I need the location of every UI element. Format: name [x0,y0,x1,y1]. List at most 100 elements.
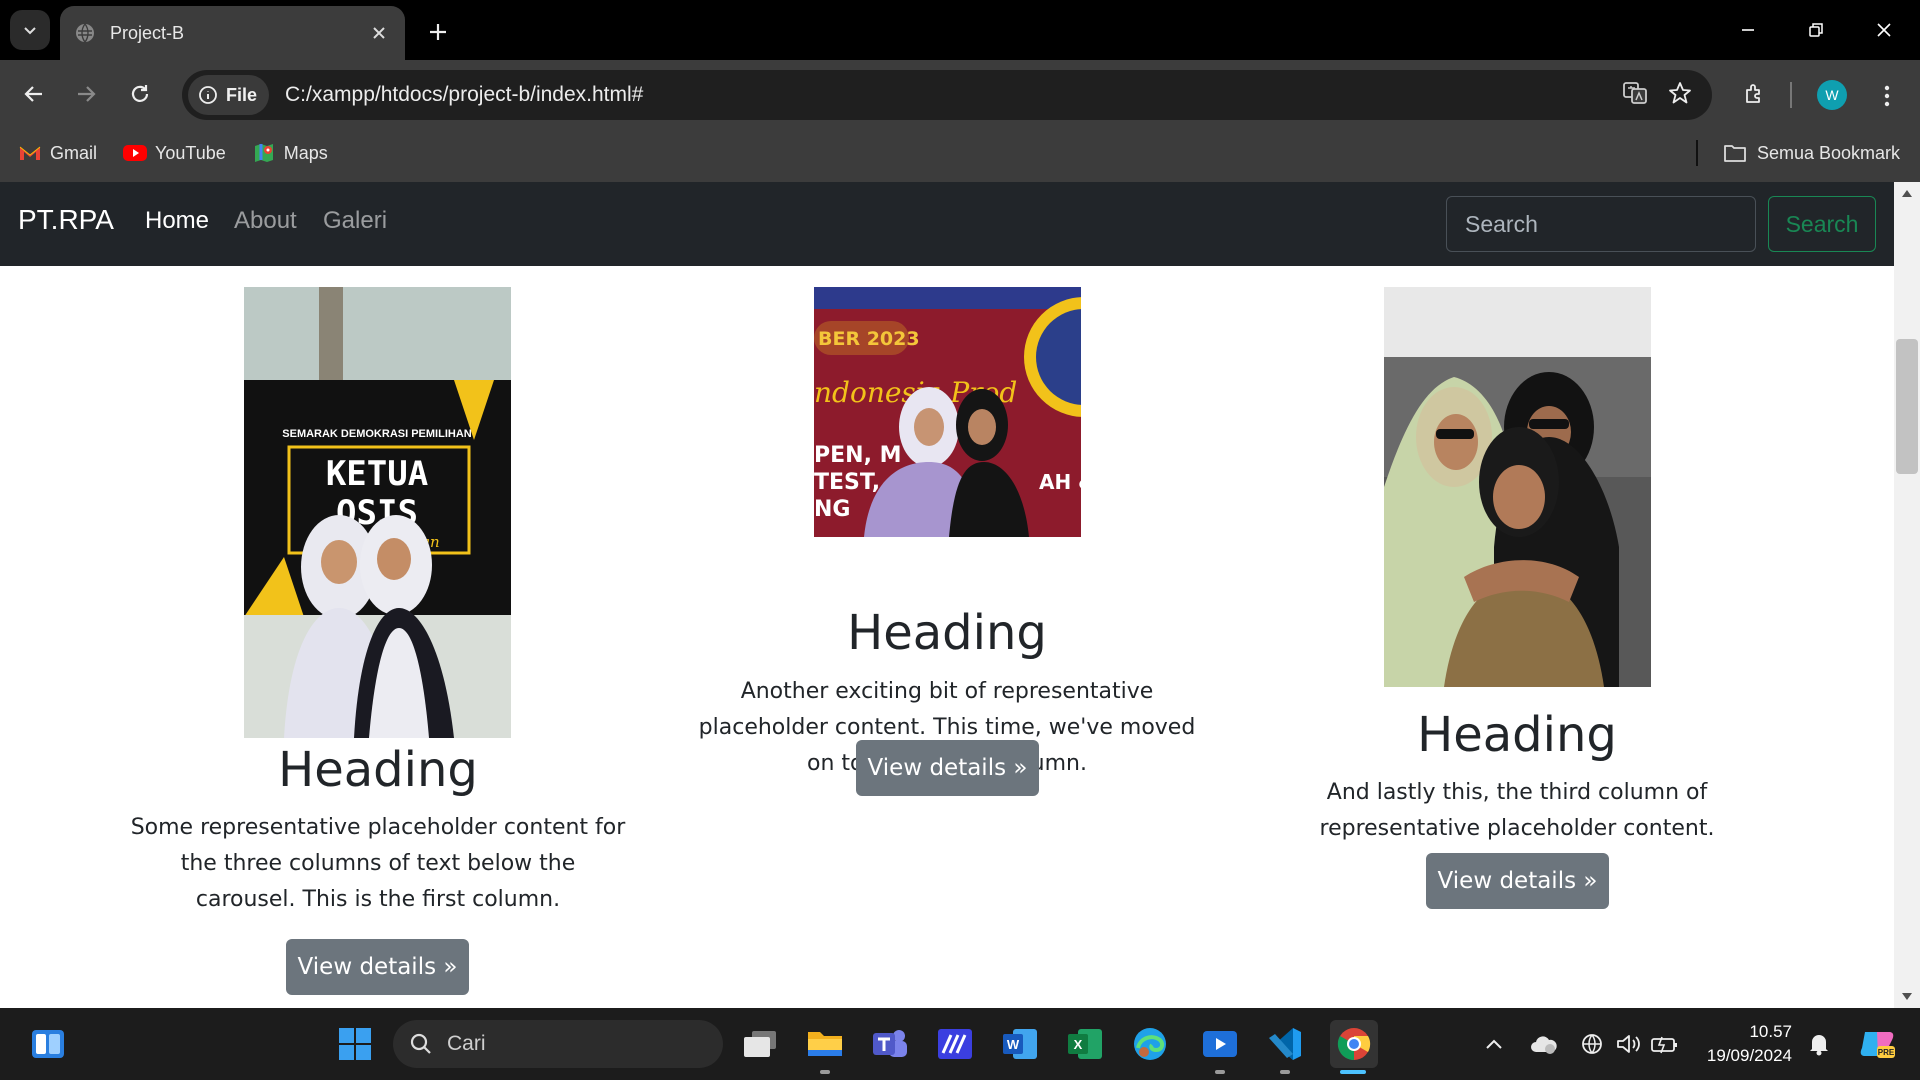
network-globe-icon[interactable] [1576,1028,1608,1060]
photo-caption-1: SEMARAK DEMOKRASI PEMILIHAN [282,428,472,440]
bookmark-youtube[interactable]: YouTube [123,143,226,164]
column-2-heading: Heading [847,605,1047,661]
running-indicator [1215,1070,1225,1074]
excel-icon[interactable]: X [1061,1020,1109,1068]
site-navbar: PT.RPA Home About Galeri Search [0,182,1894,266]
column-2-view-details-button[interactable]: View details » [856,740,1039,796]
word-icon[interactable]: W [996,1020,1044,1068]
svg-text:PRE: PRE [1878,1048,1895,1057]
column-1-text: Some representative placeholder content … [130,815,626,912]
browser-tab[interactable]: Project-B [60,6,405,60]
site-search-button[interactable]: Search [1768,196,1876,252]
tab-title: Project-B [110,22,185,43]
maps-icon [252,143,276,163]
battery-icon[interactable] [1648,1028,1680,1060]
bookmark-label: YouTube [155,142,226,163]
svg-text:AH &: AH & [1039,470,1081,494]
restore-icon [1809,23,1823,37]
all-bookmarks-button[interactable]: Semua Bookmark [1723,130,1900,176]
address-bar[interactable]: File C:/xampp/htdocs/project-b/index.htm… [182,70,1712,120]
tab-strip: Project-B [0,0,1920,60]
browser-toolbar: File C:/xampp/htdocs/project-b/index.htm… [0,60,1920,188]
task-view-icon[interactable] [736,1020,784,1068]
column-3-view-details-button[interactable]: View details » [1426,853,1609,909]
page-viewport: PT.RPA Home About Galeri Search SEMARAK … [0,182,1920,1008]
file-explorer-icon[interactable] [801,1020,849,1068]
volume-icon[interactable] [1612,1028,1644,1060]
close-window-button[interactable] [1864,12,1904,48]
svg-text:NG: NG [814,497,850,522]
media-player-icon[interactable] [1196,1020,1244,1068]
monday-app-icon[interactable] [931,1020,979,1068]
chevron-up-icon[interactable] [1478,1028,1510,1060]
arrow-left-icon [24,86,42,102]
system-clock[interactable]: 10.57 19/09/2024 [1696,1020,1792,1068]
column-3-photo [1384,287,1651,687]
notification-bell-icon[interactable] [1803,1028,1835,1060]
site-brand[interactable]: PT.RPA [18,204,114,236]
chevron-down-icon [24,27,36,35]
page-scrollbar[interactable] [1894,182,1920,1008]
site-search-input[interactable] [1446,196,1756,252]
restore-button[interactable] [1796,12,1836,48]
svg-text:KETUA: KETUA [326,454,428,494]
onedrive-icon[interactable] [1528,1028,1560,1060]
reload-icon [131,85,149,102]
clock-date: 19/09/2024 [1706,1046,1792,1065]
new-tab-button[interactable] [420,14,456,50]
column-1-photo: SEMARAK DEMOKRASI PEMILIHAN KETUA OSIS D… [244,287,511,738]
minimize-button[interactable] [1728,12,1768,48]
vscode-icon[interactable] [1261,1020,1309,1068]
scroll-up-arrow-icon[interactable] [1900,186,1914,200]
back-button[interactable] [14,74,54,114]
site-info-chip[interactable]: File [188,75,270,115]
tab-search-button[interactable] [10,10,50,50]
widgets-icon[interactable] [24,1020,72,1068]
extensions-button[interactable] [1735,74,1775,114]
scroll-down-arrow-icon[interactable] [1900,990,1914,1004]
folder-icon [1724,145,1746,162]
forward-button[interactable] [66,74,106,114]
taskbar-search-placeholder: Cari [447,1032,486,1055]
bookmark-maps[interactable]: Maps [252,143,328,164]
bookmark-label: Gmail [50,142,98,163]
scrollbar-thumb[interactable] [1896,339,1918,474]
svg-text:TEST,: TEST, [814,470,880,495]
menu-button[interactable] [1872,76,1902,116]
running-indicator [820,1070,830,1074]
column-3-heading: Heading [1417,707,1617,763]
toolbar-divider [1790,82,1792,108]
chrome-icon[interactable] [1330,1020,1378,1068]
url-text[interactable]: C:/xampp/htdocs/project-b/index.html# [285,83,643,107]
translate-icon[interactable] [1622,80,1648,111]
minimize-icon [1742,29,1754,31]
all-bookmarks-label: Semua Bookmark [1756,142,1900,163]
taskbar-search[interactable]: Cari [393,1020,723,1068]
running-indicator [1280,1070,1290,1074]
star-icon[interactable] [1668,81,1692,110]
arrow-right-icon [78,86,96,102]
edge-icon[interactable] [1126,1020,1174,1068]
nav-galeri[interactable]: Galeri [323,207,387,235]
start-button-icon[interactable] [331,1020,379,1068]
nav-about[interactable]: About [234,207,297,235]
svg-text:PEN, M: PEN, M [814,443,901,468]
close-tab-icon[interactable] [367,21,391,45]
column-1-heading: Heading [278,742,478,798]
active-indicator [1340,1070,1366,1074]
reload-button[interactable] [120,74,160,114]
teams-icon[interactable] [866,1020,914,1068]
column-1-view-details-button[interactable]: View details » [286,939,469,995]
column-3-text: And lastly this, the third column of rep… [1319,780,1715,841]
column-2-photo: BER 2023 ndonesia Prod PEN, M TEST, NG A… [814,287,1081,537]
windows-taskbar: Cari W X 10.57 19/09/2024 PRE [0,1008,1920,1080]
bookmark-gmail[interactable]: Gmail [18,143,97,164]
info-icon [199,86,217,104]
puzzle-icon [1746,84,1760,103]
copilot-icon[interactable]: PRE [1856,1028,1900,1060]
nav-home[interactable]: Home [145,207,209,235]
gmail-icon [18,143,42,163]
bookmarks-divider [1696,140,1698,166]
photo-caption-2: BER 2023 [818,328,920,350]
profile-avatar[interactable]: W [1817,80,1847,110]
